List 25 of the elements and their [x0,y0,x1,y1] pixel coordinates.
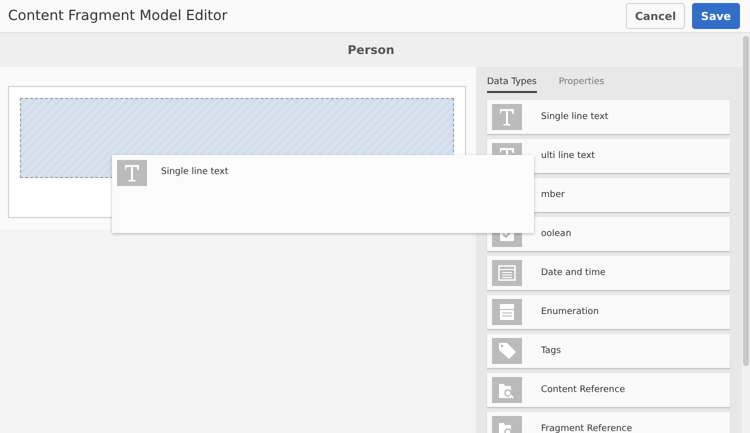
data-type-label[interactable]: Enumeration [541,307,599,317]
data-type-label[interactable]: Date and time [541,268,606,278]
dragged-item[interactable]: Single line text [112,155,534,233]
scrollbar-thumb[interactable] [743,36,749,366]
tag-icon [492,338,522,364]
scrollbar[interactable] [742,33,750,433]
data-type-label[interactable]: Fragment Reference [541,424,632,433]
data-type-label[interactable]: Tags [541,346,561,356]
panel-tab[interactable]: Properties [558,77,604,93]
text-type-icon [117,160,147,186]
calendar-icon [492,260,522,286]
data-type-label[interactable]: mber [541,190,565,200]
data-type-label[interactable]: Content Reference [541,385,625,395]
panel-tab[interactable]: Data Types [487,77,537,93]
data-type-label[interactable]: ulti line text [541,151,595,161]
folder-search-icon [492,377,522,403]
data-type-label[interactable]: Single line text [541,112,608,122]
text-type-icon [492,104,522,130]
dragged-item-label: Single line text [161,167,228,177]
save-button[interactable]: Save [692,3,740,29]
model-name: Person [348,43,394,57]
cancel-button[interactable]: Cancel [626,3,686,29]
list-icon [492,299,522,325]
data-type-label[interactable]: oolean [541,229,572,239]
page-title: Content Fragment Model Editor [8,8,228,24]
